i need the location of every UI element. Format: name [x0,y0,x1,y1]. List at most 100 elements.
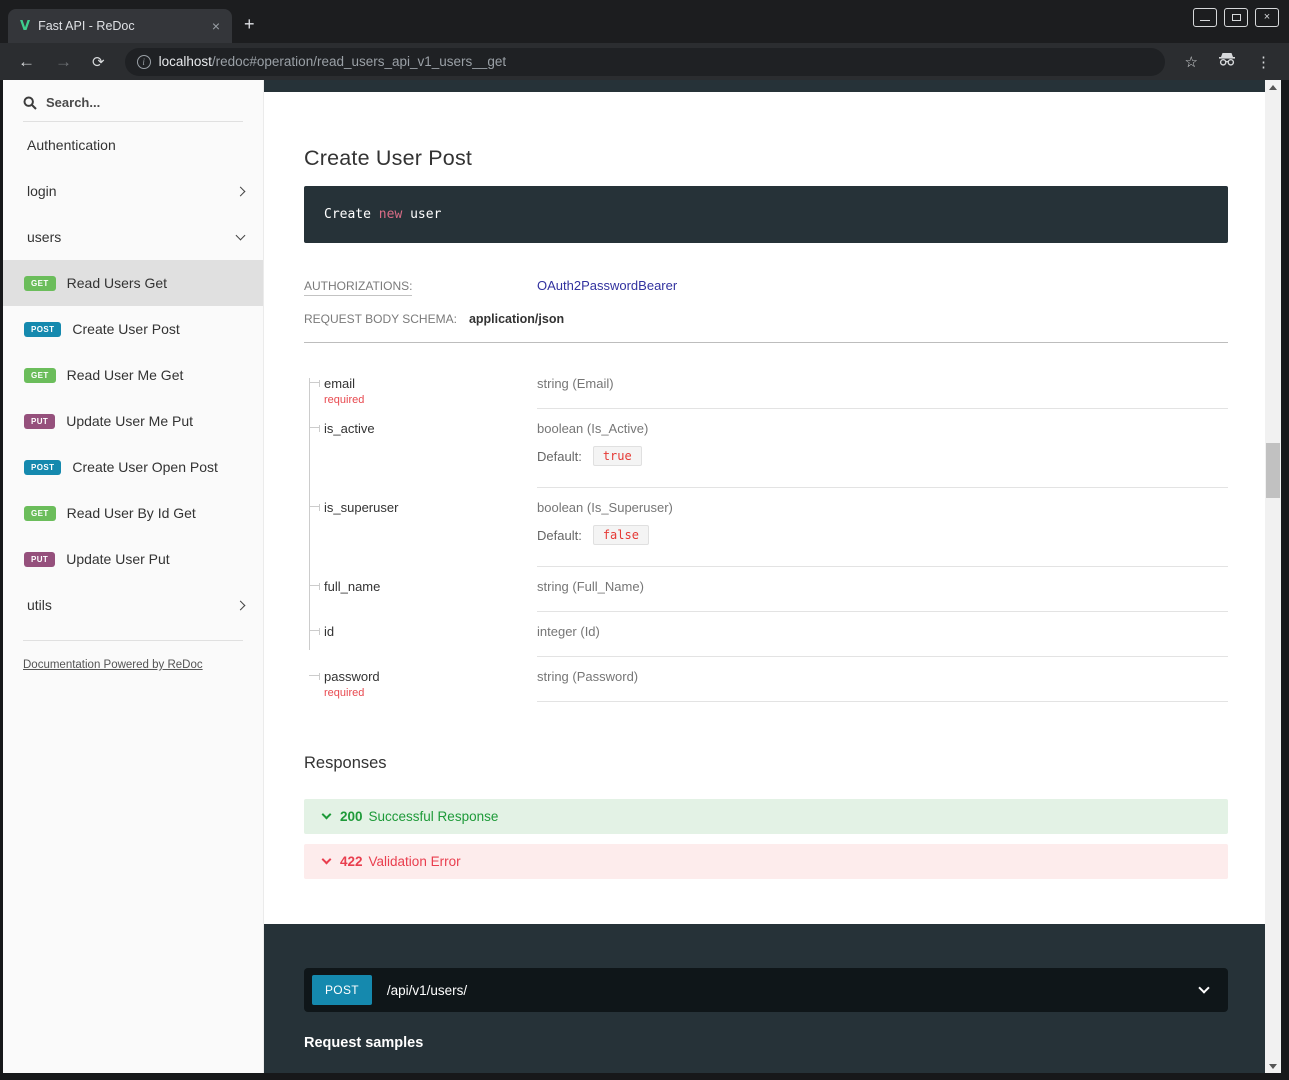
response-200-row[interactable]: 200 Successful Response [304,799,1228,834]
method-badge-get: GET [24,506,56,521]
sidebar-item-label: Authentication [27,137,244,153]
field-default: Default: false [537,525,1228,545]
browser-chrome: V Fast API - ReDoc × + × ← → ⟳ i localho… [0,0,1289,80]
scroll-up-arrow[interactable] [1265,80,1281,94]
field-type: string (Email) [537,376,1228,391]
response-label: Validation Error [369,854,461,869]
request-body-media-type: application/json [469,312,564,326]
sidebar: Authentication login users GET Read User… [3,80,264,1073]
bookmark-star-icon[interactable]: ☆ [1177,53,1206,71]
redoc-attribution-link[interactable]: Documentation Powered by ReDoc [23,659,203,671]
field-name: password [324,669,527,684]
response-code: 422 [340,854,363,869]
chevron-down-icon [322,810,332,820]
request-samples-title: Request samples [304,1035,1228,1051]
page-title: Create User Post [304,146,1228,171]
authorizations-row: AUTHORIZATIONS: OAuth2PasswordBearer [304,278,1228,293]
address-bar[interactable]: i localhost/redoc#operation/read_users_a… [125,48,1165,76]
field-name: id [324,624,527,639]
required-label: required [324,394,527,406]
field-row-is-superuser: is_superuser boolean (Is_Superuser) Defa… [304,488,1228,567]
tree-tick-icon [309,585,320,586]
search-icon [23,96,37,110]
url-host: localhost [159,54,212,69]
sidebar-op-create-user-open-post[interactable]: POST Create User Open Post [3,444,263,490]
sidebar-op-read-user-by-id-get[interactable]: GET Read User By Id Get [3,490,263,536]
browser-menu-icon[interactable]: ⋮ [1248,53,1279,71]
method-badge-put: PUT [24,414,55,429]
endpoint-dropdown[interactable]: POST /api/v1/users/ [304,968,1228,1012]
sidebar-op-read-user-me-get[interactable]: GET Read User Me Get [3,352,263,398]
sidebar-op-label: Create User Open Post [72,459,218,475]
sidebar-op-label: Read User By Id Get [67,505,196,521]
sidebar-item-label: utils [27,597,237,613]
operation-section: Create User Post Create new user AUTHORI… [264,92,1265,879]
chevron-down-icon [236,231,246,241]
chevron-down-icon [322,855,332,865]
sidebar-op-label: Create User Post [72,321,179,337]
sidebar-op-label: Read User Me Get [67,367,184,383]
sidebar-item-authentication[interactable]: Authentication [3,122,263,168]
url-text: localhost/redoc#operation/read_users_api… [159,54,507,69]
back-button[interactable]: ← [10,50,43,74]
redoc-app: Authentication login users GET Read User… [3,80,1281,1073]
sidebar-item-login[interactable]: login [3,168,263,214]
required-label: required [324,687,527,699]
sidebar-item-utils[interactable]: utils [3,582,263,628]
maximize-button[interactable] [1224,8,1248,27]
window-controls: × [1193,8,1279,27]
reload-button[interactable]: ⟳ [84,51,113,73]
browser-tab[interactable]: V Fast API - ReDoc × [8,9,232,43]
sidebar-op-label: Update User Me Put [66,413,193,429]
scrollbar-thumb[interactable] [1266,443,1280,498]
default-value-chip: false [593,525,649,545]
method-badge-get: GET [24,368,56,383]
default-label: Default: [537,449,582,464]
sidebar-item-users[interactable]: users [3,214,263,260]
schema-fields: email required string (Email) is_active … [304,364,1228,702]
request-samples-panel: POST /api/v1/users/ Request samples Payl… [264,924,1265,1073]
tab-close-icon[interactable]: × [208,17,224,35]
tree-tick-icon [309,427,320,428]
previous-panel-edge [264,80,1265,92]
chevron-right-icon [236,186,246,196]
method-badge-post: POST [24,460,61,475]
field-name: email [324,376,527,391]
code-text: Create [324,207,379,222]
chevron-right-icon [236,600,246,610]
field-type: integer (Id) [537,624,1228,639]
search-row [23,80,243,122]
default-value-chip: true [593,446,642,466]
method-badge-post: POST [312,975,372,1005]
site-info-icon[interactable]: i [137,55,151,69]
authorizations-link[interactable]: OAuth2PasswordBearer [537,278,677,293]
field-row-is-active: is_active boolean (Is_Active) Default:tr… [304,409,1228,488]
sidebar-op-label: Read Users Get [67,275,167,291]
sidebar-op-create-user-post[interactable]: POST Create User Post [3,306,263,352]
search-input[interactable] [46,95,206,110]
field-default: Default: true [537,446,1228,466]
vite-favicon-icon: V [20,19,30,34]
new-tab-button[interactable]: + [244,14,255,35]
tree-tick-icon [309,382,320,383]
scroll-down-arrow[interactable] [1265,1059,1281,1073]
sidebar-item-label: users [27,229,237,245]
response-422-row[interactable]: 422 Validation Error [304,844,1228,879]
sidebar-op-read-users-get[interactable]: GET Read Users Get [3,260,263,306]
sidebar-op-update-user-put[interactable]: PUT Update User Put [3,536,263,582]
authorizations-label: AUTHORIZATIONS: [304,279,537,293]
close-button[interactable]: × [1255,8,1279,27]
minimize-button[interactable] [1193,8,1217,27]
field-name: is_active [324,421,527,436]
response-code: 200 [340,809,363,824]
page-scrollbar[interactable] [1265,80,1281,1073]
forward-button[interactable]: → [47,50,80,74]
tree-tick-icon [309,630,320,631]
field-row-id: id integer (Id) [304,612,1228,657]
field-row-email: email required string (Email) [304,364,1228,409]
request-body-schema-row: REQUEST BODY SCHEMA:application/json [304,312,1228,343]
browser-toolbar: ← → ⟳ i localhost/redoc#operation/read_u… [0,43,1289,80]
sidebar-op-update-user-me-put[interactable]: PUT Update User Me Put [3,398,263,444]
sidebar-op-label: Update User Put [66,551,170,567]
default-label: Default: [537,528,582,543]
